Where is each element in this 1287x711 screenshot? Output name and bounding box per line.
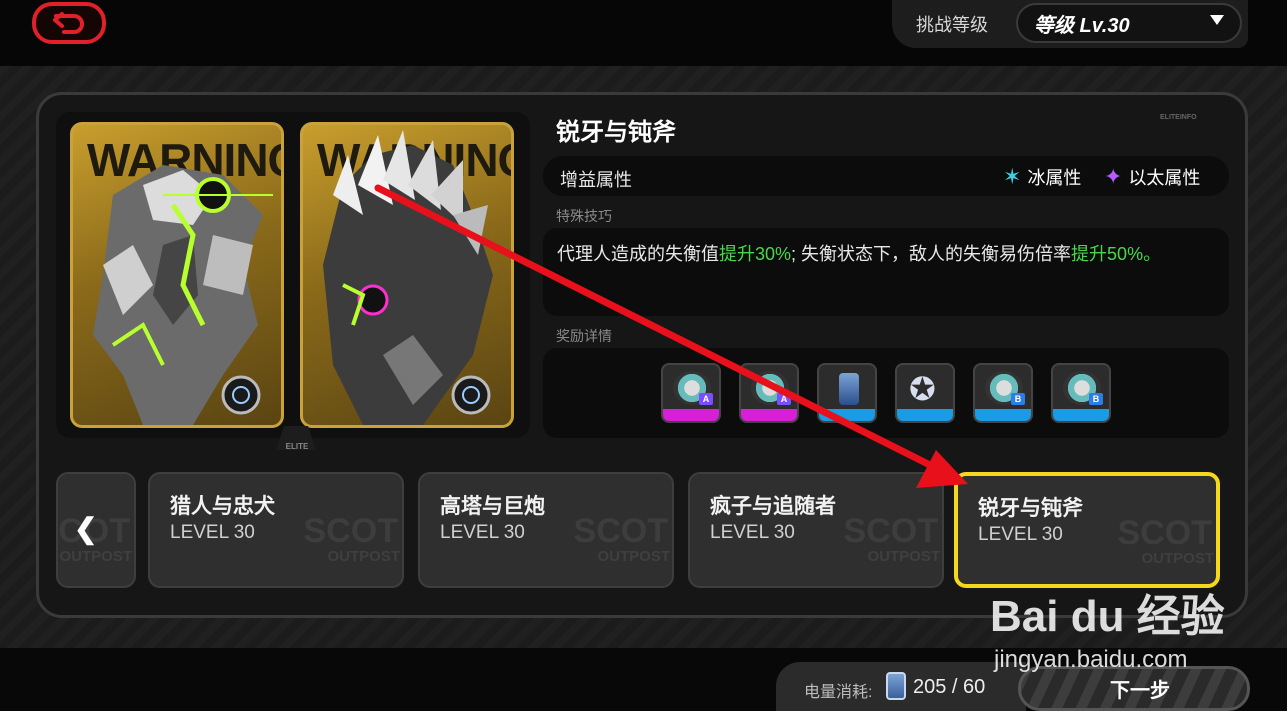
- challenge-level-label: 挑战等级: [916, 15, 988, 35]
- level-card-level: LEVEL 30: [440, 522, 525, 543]
- attribute-ice-label: 冰属性: [1027, 168, 1082, 188]
- skill-box: 代理人造成的失衡值提升30%; 失衡状态下，敌人的失衡易伤倍率提升50%。: [543, 228, 1229, 316]
- level-card-name: 高塔与巨炮: [440, 495, 545, 518]
- level-card-madman[interactable]: 疯子与追随者 LEVEL 30 SCOT OUTPOST: [688, 472, 944, 588]
- level-select[interactable]: 等级 Lv.30: [1016, 3, 1242, 43]
- level-select-value: 等级 Lv.30: [1034, 14, 1130, 37]
- rock-golem-art: [93, 165, 273, 425]
- reward-item-disc-drive[interactable]: A: [661, 363, 721, 423]
- buff-label: 增益属性: [560, 170, 632, 190]
- level-card-level: LEVEL 30: [710, 522, 795, 543]
- ice-star-icon: ✶: [1003, 164, 1022, 189]
- level-card-name: 猎人与忠犬: [170, 495, 275, 518]
- boss-card-2: WARNING: [300, 122, 514, 428]
- energy-cost-value: 205 / 60: [913, 676, 986, 698]
- energy-cost-label: 电量消耗:: [804, 684, 873, 701]
- watermark-brand: Bai du 经验: [990, 592, 1225, 641]
- crystal-beast-art: [323, 130, 493, 425]
- reward-item-disc-drive[interactable]: B: [1051, 363, 1111, 423]
- reward-item-disc-drive[interactable]: A: [739, 363, 799, 423]
- reward-section-label: 奖励详情: [556, 328, 612, 344]
- boss-card-1: WARNING: [70, 122, 284, 428]
- battery-icon: [886, 672, 906, 700]
- level-card-level: LEVEL 30: [170, 522, 255, 543]
- chevron-left-icon[interactable]: ❮: [74, 512, 97, 545]
- skill-description: 代理人造成的失衡值提升30%; 失衡状态下，敌人的失衡易伤倍率提升50%。: [557, 244, 1162, 264]
- back-arrow-icon: [53, 12, 84, 34]
- level-card-tower[interactable]: 高塔与巨炮 LEVEL 30 SCOT OUTPOST: [418, 472, 674, 588]
- watermark-url: jingyan.baidu.com: [994, 646, 1188, 673]
- level-card-name: 疯子与追随者: [710, 495, 836, 518]
- attribute-ether-label: 以太属性: [1128, 168, 1201, 188]
- attribute-ether: ✦ 以太属性: [1104, 164, 1200, 190]
- reward-item-energy-can[interactable]: [817, 363, 877, 423]
- attribute-ice: ✶ 冰属性: [1003, 164, 1081, 190]
- energy-can-icon: [839, 373, 859, 405]
- ether-star-icon: ✦: [1104, 164, 1123, 189]
- challenge-level-group: 挑战等级 等级 Lv.30: [892, 0, 1248, 48]
- elite-label: ELITE: [285, 442, 309, 451]
- star-chip-icon: ✪: [909, 371, 936, 407]
- boss-title: 锐牙与钝斧: [556, 119, 676, 146]
- reward-box: A A ✪ B B: [543, 348, 1229, 438]
- caret-down-icon: [1210, 15, 1224, 25]
- reward-item-disc-drive[interactable]: B: [973, 363, 1033, 423]
- next-step-label: 下一步: [1110, 680, 1170, 702]
- reward-item-star-chip[interactable]: ✪: [895, 363, 955, 423]
- buff-attributes-bar: 增益属性 ✶ 冰属性 ✦ 以太属性: [543, 156, 1229, 196]
- energy-cost: 电量消耗: 205 / 60: [776, 662, 1026, 711]
- back-button[interactable]: [32, 2, 106, 44]
- skill-section-label: 特殊技巧: [556, 208, 612, 224]
- level-card-sharp-fang[interactable]: 锐牙与钝斧 LEVEL 30 SCOT OUTPOST: [954, 472, 1220, 588]
- elite-info-tag: ELITEINFO: [1160, 114, 1197, 121]
- level-card-hunter[interactable]: 猎人与忠犬 LEVEL 30 SCOT OUTPOST: [148, 472, 404, 588]
- level-card-name: 锐牙与钝斧: [978, 497, 1083, 520]
- level-card-level: LEVEL 30: [978, 524, 1063, 545]
